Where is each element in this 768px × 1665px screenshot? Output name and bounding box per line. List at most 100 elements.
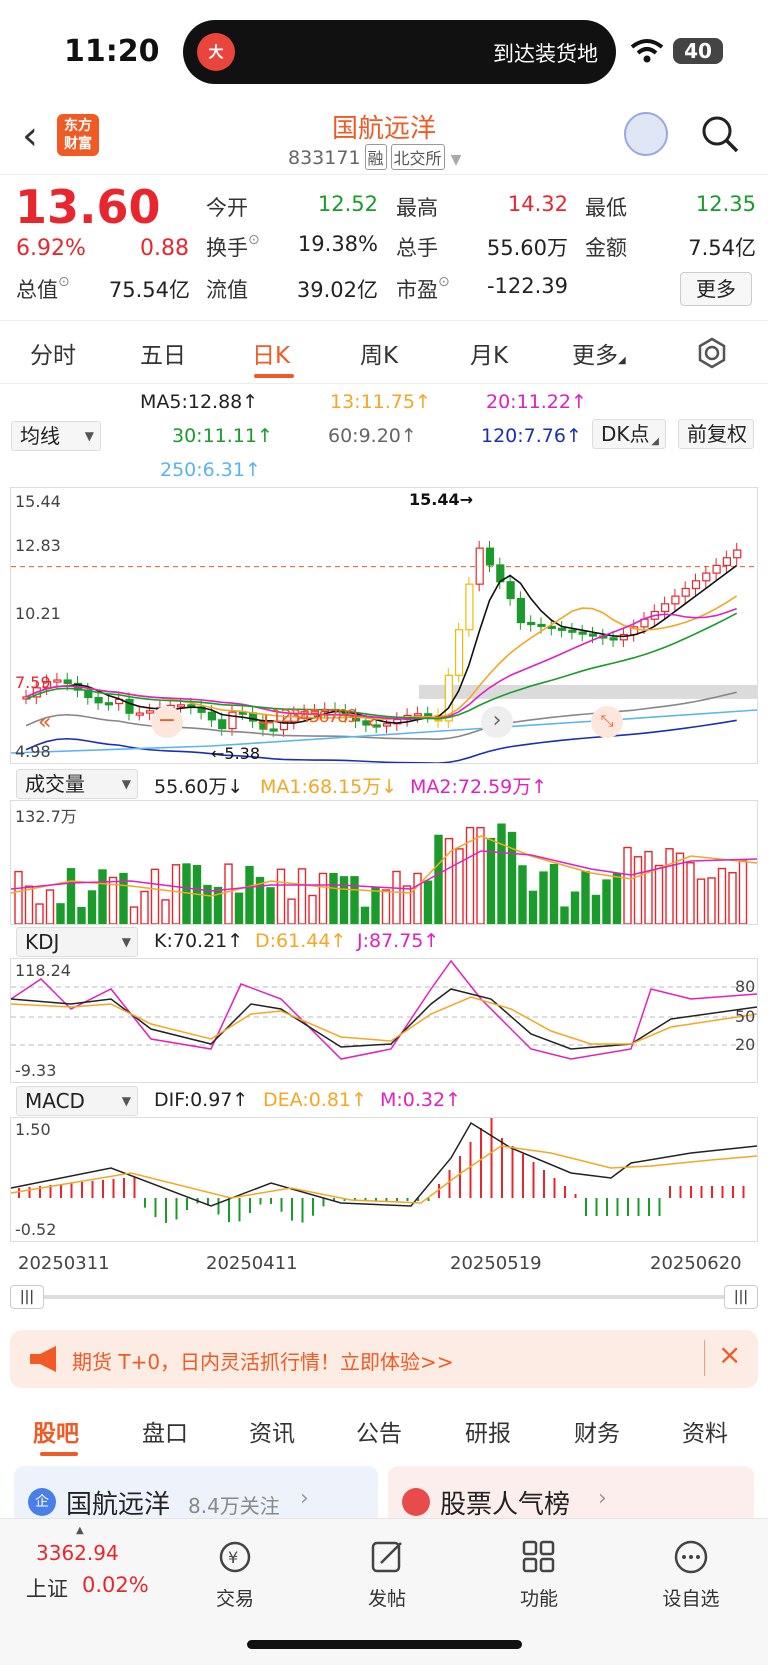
adjust-dropdown[interactable]: 前复权 [678,419,754,449]
index-pct[interactable]: 0.02% [82,1573,149,1597]
close-icon[interactable]: × [718,1338,741,1371]
tab-announcement[interactable]: 公告 [356,1414,402,1448]
volume-bar [456,849,463,924]
volume-dropdown[interactable]: 成交量 ▼ [16,769,138,799]
candle [703,573,710,581]
candle [178,705,185,707]
volume-bar [614,874,621,924]
kdj-chart[interactable]: 118.24 -9.33 80 50 20 [10,958,758,1083]
candle [425,714,432,716]
company-icon: 企 [28,1488,56,1516]
next-icon[interactable]: › [481,706,513,738]
tab-daily[interactable]: 日K [252,336,290,370]
fullscreen-icon[interactable]: ⤡ [591,706,623,738]
ma60-value: 60:9.20↑ [328,425,417,447]
candle [466,584,473,630]
candle [384,724,391,726]
range-scrollbar[interactable]: ||| ||| [10,1285,758,1309]
card-follow-count: 8.4万关注 [188,1490,280,1519]
candle [734,550,741,558]
volume-bar [372,887,379,924]
macd-dea-line [11,1146,757,1203]
index-name[interactable]: 上证 [26,1573,68,1603]
tab-news[interactable]: 资讯 [249,1414,295,1448]
macd-dropdown-label: MACD [25,1089,85,1113]
volume-bar [309,896,316,924]
volume-bar [624,848,631,924]
ma-type-dropdown[interactable]: 均线 ▼ [11,421,101,451]
kdj-dropdown[interactable]: KDJ ▼ [16,927,138,957]
more-button[interactable]: 更多 [680,272,752,306]
tab-weekly[interactable]: 周K [360,336,398,370]
candle [682,588,689,596]
volume-bar [708,878,715,924]
date-label: 20250519 [450,1253,542,1274]
svg-text:¥: ¥ [228,1548,238,1567]
change-amount: 0.88 [140,236,189,261]
volume-bar [89,891,96,924]
zoom-out-icon[interactable]: − [151,706,183,738]
tab-monthly[interactable]: 月K [470,336,508,370]
volume-bar [530,891,537,924]
info-icon[interactable]: ⊙ [438,274,450,290]
stock-bar-card[interactable]: 企 国航远洋 8.4万关注 › [14,1466,378,1526]
dk-point-button[interactable]: DK点 ◢ [592,419,666,449]
volume-bar [341,877,348,924]
index-value[interactable]: 3362.94 [36,1541,119,1565]
dropdown-arrow-icon: ▼ [122,1087,131,1115]
nav-trade[interactable]: ¥ 交易 [190,1539,280,1611]
change-percent: 6.92% [16,236,86,261]
volume-bar [729,873,736,924]
tab-pankou[interactable]: 盘口 [142,1414,188,1448]
volume-bar [698,879,705,924]
tab-finance[interactable]: 财务 [574,1414,620,1448]
battery-icon: 40 [673,38,723,64]
info-icon[interactable]: ⊙ [58,274,70,290]
volume-bar [404,886,411,924]
macd-dropdown[interactable]: MACD ▼ [16,1086,138,1116]
ma5-value: MA5:12.88↑ [140,391,258,413]
stock-code-line[interactable]: 833171 融北交所 ▼ [288,144,461,170]
low-value: 12.35 [660,192,756,216]
kline-chart[interactable]: 15.44 12.83 10.21 7.59 4.98 15.44→ ←5.38… [10,487,758,764]
prev-icon[interactable]: ‹ [367,708,377,736]
scroll-right-handle[interactable]: ||| [724,1285,758,1309]
period-tabs: 分时 五日 日K 周K 月K 更多◢ [0,322,768,384]
home-indicator [247,1640,522,1649]
candle [528,623,535,625]
volume-bar [26,886,33,924]
dynamic-island[interactable]: 大 到达装货地 [183,20,616,84]
candle [507,582,514,599]
tab-5day[interactable]: 五日 [140,336,186,370]
tab-intraday[interactable]: 分时 [30,336,76,370]
robot-assistant-icon[interactable] [624,112,668,156]
kdj-j: J:87.75↑ [357,930,439,952]
volume-chart[interactable]: 132.7万 [10,800,758,925]
popularity-card[interactable]: 股票人气榜 › [388,1466,754,1526]
kline-svg[interactable] [11,488,757,763]
tab-guba[interactable]: 股吧 [33,1414,79,1448]
rewind-icon[interactable]: « [38,710,51,735]
nav-watchlist[interactable]: 设自选 [646,1539,736,1611]
candle [136,713,143,715]
zoom-in-icon[interactable]: + [256,708,276,736]
info-icon[interactable]: ⊙ [248,232,260,248]
dropdown-arrow-icon: ▼ [122,770,131,798]
settings-gear-icon[interactable] [695,336,729,370]
scroll-track [38,1295,728,1299]
y-axis-mid2: 10.21 [15,604,61,623]
ma20-value: 20:11.22↑ [486,391,587,413]
macd-chart[interactable]: 1.50 -0.52 [10,1117,758,1242]
tab-more[interactable]: 更多◢ [572,336,626,370]
candle [219,720,226,729]
volume-bar [603,880,610,924]
nav-function[interactable]: 功能 [494,1539,584,1611]
promo-banner[interactable]: 期货 T+0，日内灵活抓行情！立即体验>> × [10,1330,758,1388]
chevron-down-icon: ▼ [451,152,462,168]
tab-profile[interactable]: 资料 [682,1414,728,1448]
search-icon[interactable] [700,114,740,154]
high-value: 14.32 [470,192,568,216]
tab-research[interactable]: 研报 [465,1414,511,1448]
nav-post[interactable]: 发帖 [342,1539,432,1611]
scroll-left-handle[interactable]: ||| [10,1285,44,1309]
